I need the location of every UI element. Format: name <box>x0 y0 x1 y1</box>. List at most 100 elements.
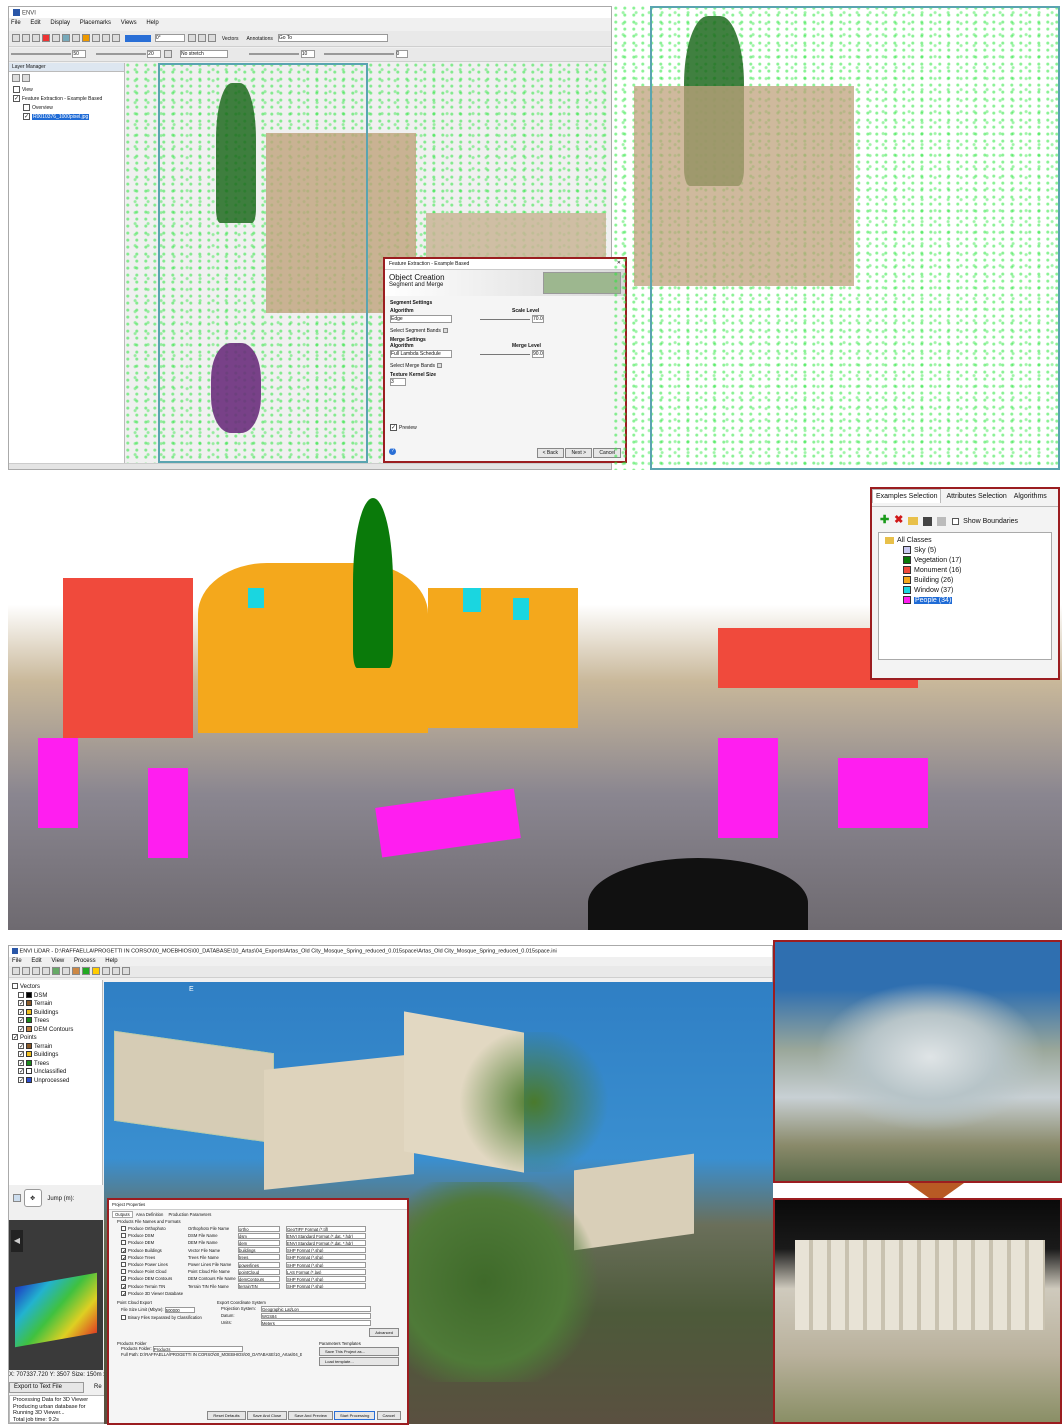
merge-slider[interactable] <box>480 354 530 355</box>
zoom-out-icon[interactable] <box>102 34 110 42</box>
produce-checkbox[interactable] <box>121 1283 126 1289</box>
layer-checkbox[interactable] <box>18 1059 24 1066</box>
scale-slider[interactable] <box>480 319 530 320</box>
angle-field[interactable]: 0° <box>154 34 185 42</box>
produce-checkbox[interactable] <box>121 1247 126 1253</box>
back-button[interactable]: < Back <box>536 448 565 458</box>
delete-class-icon[interactable]: ✖ <box>894 514 903 526</box>
layer-image[interactable]: R0010376_1000pixel.jpg <box>13 113 120 122</box>
file-name-field[interactable]: terrainTIN <box>238 1283 280 1290</box>
vectors-dropdown[interactable]: Vectors <box>222 36 239 42</box>
produce-checkbox[interactable] <box>121 1254 126 1260</box>
histogram-icon[interactable] <box>163 50 172 58</box>
brightness-slider[interactable] <box>11 53 71 55</box>
nav-compass-icon[interactable]: ✥ <box>23 1189 42 1207</box>
lidar-layer-item[interactable]: Vectors <box>12 983 99 992</box>
menu-view[interactable]: View <box>51 958 64 964</box>
camera-icon[interactable] <box>112 967 120 975</box>
lidar-layer-item[interactable]: Buildings <box>12 1051 99 1060</box>
format-select[interactable]: SHP Format (*.shp) <box>286 1247 366 1254</box>
file-name-field[interactable]: dem <box>238 1239 280 1246</box>
brightness-value[interactable]: 50 <box>72 50 87 58</box>
class-item[interactable]: People (34) <box>903 596 1045 606</box>
file-name-field[interactable]: trees <box>238 1254 280 1261</box>
fly-icon[interactable] <box>122 967 130 975</box>
layer-view-checkbox[interactable] <box>13 86 20 94</box>
zoom-search-icon[interactable] <box>13 1194 21 1203</box>
produce-checkbox[interactable] <box>121 1262 126 1268</box>
start-processing-button[interactable]: Start Processing <box>334 1411 376 1420</box>
binary-files-checkbox[interactable] <box>121 1315 126 1321</box>
overview-map[interactable]: ◀ <box>9 1220 103 1370</box>
grid-icon[interactable] <box>187 34 196 42</box>
advanced-button[interactable]: Advanced <box>369 1327 399 1337</box>
layer-overview-checkbox[interactable] <box>23 104 30 112</box>
zoom-in-icon[interactable] <box>92 34 100 42</box>
layer-checkbox[interactable] <box>18 991 24 998</box>
bands-icon[interactable] <box>443 328 449 334</box>
layer-fx-checkbox[interactable] <box>13 95 20 103</box>
format-select[interactable]: ENVI Standard Format (*.dat, *.hdr) <box>286 1239 366 1246</box>
format-select[interactable]: SHP Format (*.shp) <box>286 1275 366 1282</box>
grid-icon[interactable] <box>52 967 60 975</box>
menu-placemarks[interactable]: Placemarks <box>80 20 111 26</box>
pin-icon[interactable] <box>42 34 50 42</box>
format-select[interactable]: SHP Format (*.shp) <box>286 1261 366 1268</box>
menu-edit[interactable]: Edit <box>31 958 41 964</box>
class-item[interactable]: Building (26) <box>903 576 1045 586</box>
zoom-progress-bar[interactable] <box>124 34 151 42</box>
tab-production-parameters[interactable]: Production Parameters <box>166 1212 213 1217</box>
tab-outputs[interactable]: Outputs <box>112 1211 133 1218</box>
contrast-slider[interactable] <box>95 53 146 55</box>
select-icon[interactable] <box>32 967 40 975</box>
class-root[interactable]: All Classes <box>885 536 1045 546</box>
save-icon[interactable] <box>22 967 30 975</box>
bands-icon[interactable] <box>437 363 443 369</box>
lidar-layer-item[interactable]: Terrain <box>12 1000 99 1009</box>
next-button[interactable]: Next > <box>565 448 593 458</box>
collapse-icon[interactable] <box>12 74 20 82</box>
zoom-icon[interactable] <box>42 967 50 975</box>
layer-checkbox[interactable] <box>12 1034 18 1041</box>
layer-checkbox[interactable] <box>18 1051 24 1058</box>
format-select[interactable]: LAS Format (*.las) <box>286 1268 366 1275</box>
preview-check[interactable] <box>390 424 397 431</box>
layer-image-checkbox[interactable] <box>23 113 30 121</box>
menu-file[interactable]: File <box>12 958 22 964</box>
layer-checkbox[interactable] <box>18 1008 24 1015</box>
file-name-field[interactable]: dsm <box>238 1232 280 1239</box>
layer-checkbox[interactable] <box>18 1000 24 1007</box>
export-text-button[interactable]: Export to Text File <box>9 1382 84 1393</box>
lidar-layer-item[interactable]: Trees <box>12 1017 99 1026</box>
scale-value[interactable]: 70.0 <box>532 315 544 323</box>
tab-area-definition[interactable]: Area Definition <box>134 1212 165 1217</box>
menu-display[interactable]: Display <box>50 20 70 26</box>
layer-checkbox[interactable] <box>18 1042 24 1049</box>
show-boundaries-checkbox[interactable] <box>952 517 960 525</box>
file-name-field[interactable]: pointCloud <box>238 1268 280 1275</box>
terrain-icon[interactable] <box>72 967 80 975</box>
sharpen-value[interactable]: 10 <box>300 50 315 58</box>
rotate-icon[interactable] <box>112 34 120 42</box>
layer-checkbox[interactable] <box>18 1025 24 1032</box>
produce-checkbox[interactable] <box>121 1276 126 1282</box>
load-template-button[interactable]: Load template... <box>319 1356 399 1366</box>
building-icon[interactable] <box>92 967 100 975</box>
format-select[interactable]: GeoTIFF Format (*.tif) <box>286 1225 366 1232</box>
menu-edit[interactable]: Edit <box>30 20 40 26</box>
tab-examples-selection[interactable]: Examples Selection <box>872 489 942 503</box>
lidar-layer-item[interactable]: Buildings <box>12 1008 99 1018</box>
class-item[interactable]: Vegetation (17) <box>903 556 1045 566</box>
save-project-button[interactable]: Save This Project as... <box>319 1346 399 1356</box>
class-item[interactable]: Sky (5) <box>903 546 1045 556</box>
menu-process[interactable]: Process <box>74 958 96 964</box>
preview-checkbox[interactable]: Preview <box>390 424 417 431</box>
save-icon[interactable] <box>22 34 30 42</box>
lidar-layer-item[interactable]: Trees <box>12 1059 99 1069</box>
produce-checkbox[interactable] <box>121 1233 126 1239</box>
properties-icon[interactable] <box>937 516 947 526</box>
layer-checkbox[interactable] <box>18 1017 24 1024</box>
cancel-button[interactable]: Cancel <box>376 1411 401 1420</box>
produce-checkbox[interactable] <box>121 1240 126 1246</box>
select-merge-bands[interactable]: Select Merge Bands <box>390 363 620 369</box>
